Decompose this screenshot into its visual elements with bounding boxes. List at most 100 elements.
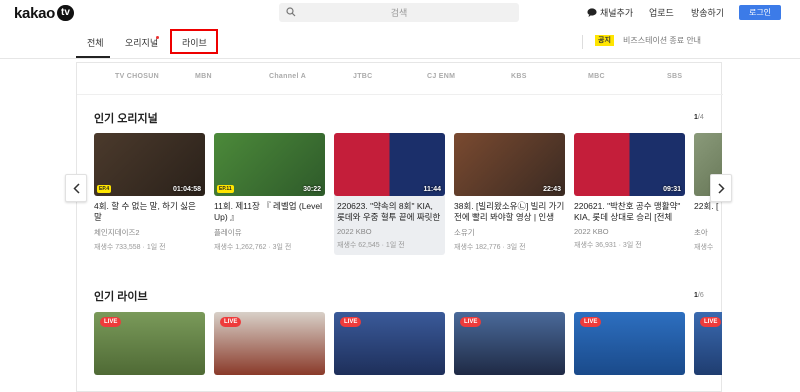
video-channel[interactable]: 소유기: [454, 227, 565, 238]
video-title[interactable]: 22회. [: [694, 201, 722, 223]
channel-logo-mbc[interactable]: MBC: [588, 73, 605, 80]
live-badge: LIVE: [100, 317, 122, 327]
video-thumbnail[interactable]: 22:43: [454, 133, 565, 196]
channel-logo-sbs[interactable]: SBS: [667, 73, 682, 80]
upload-age: 1일 전: [146, 244, 166, 251]
episode-badge: EP.4: [97, 185, 112, 193]
video-card[interactable]: EP.4 01:04:58 4회. 할 수 없는 말, 하기 싫은 말 체인지데…: [94, 133, 205, 252]
broadcast-button[interactable]: 방송하기: [691, 3, 724, 22]
live-badge: LIVE: [220, 317, 242, 327]
view-count: 재생수 182,776: [454, 244, 501, 251]
video-meta: 재생수 1,262,762 · 3일 전: [214, 244, 292, 251]
video-thumbnail[interactable]: EP.11 30:22: [214, 133, 325, 196]
talk-icon: [587, 8, 597, 17]
video-title[interactable]: 220621. "박찬호 공수 맹활약" KIA, 롯데 상대로 승리 [전체H…: [574, 201, 685, 223]
tab-original[interactable]: 오리지널: [125, 27, 158, 58]
video-title[interactable]: 4회. 할 수 없는 말, 하기 싫은 말: [94, 201, 205, 223]
video-meta: 재생수 182,776 · 3일 전: [454, 244, 526, 251]
view-count: 재생수 1,262,762: [214, 244, 267, 251]
channel-strip: TV CHOSUN MBN Channel A JTBC CJ ENM KBS …: [77, 63, 723, 95]
video-title[interactable]: 38회. [빌리왔소유㉡] 빌리 가기 전에 빨리 봐야할 영상 | 인생샷..…: [454, 201, 565, 223]
main-panel: TV CHOSUN MBN Channel A JTBC CJ ENM KBS …: [76, 62, 723, 392]
upload-age: 3일 전: [272, 244, 292, 251]
video-card[interactable]: 09:31 220621. "박찬호 공수 맹활약" KIA, 롯데 상대로 승…: [574, 133, 685, 250]
video-meta: 재생수 36,931 · 3일 전: [574, 242, 642, 249]
video-title[interactable]: 220623. "약속의 8회" KIA, 롯데와 우중 혈투 끝에 짜릿한 역…: [334, 201, 445, 223]
active-tab-underline: [76, 56, 110, 58]
view-count: 재생수 733,558: [94, 244, 141, 251]
view-count: 재생수 36,931: [574, 242, 617, 249]
video-duration: 30:22: [303, 186, 321, 193]
live-card[interactable]: LIVE: [694, 312, 722, 375]
notice-badge: 공지: [595, 35, 614, 46]
logo[interactable]: kakao tv: [14, 3, 74, 23]
live-thumbnail[interactable]: LIVE: [334, 312, 445, 375]
originals-page: 1: [694, 114, 698, 121]
live-thumbnail[interactable]: LIVE: [214, 312, 325, 375]
tab-all[interactable]: 전체: [87, 27, 104, 58]
login-button[interactable]: 로그인: [739, 5, 781, 20]
channel-logo-cjenm[interactable]: CJ ENM: [427, 73, 455, 80]
live-card[interactable]: LIVE: [334, 312, 445, 375]
chevron-left-icon: [72, 182, 80, 194]
episode-badge: EP.11: [217, 185, 234, 193]
live-thumbnail[interactable]: LIVE: [694, 312, 722, 375]
channel-logo-kbs[interactable]: KBS: [511, 73, 527, 80]
video-card[interactable]: 22:43 38회. [빌리왔소유㉡] 빌리 가기 전에 빨리 봐야할 영상 |…: [454, 133, 565, 252]
live-tab-highlight-box: [170, 29, 218, 54]
video-duration: 22:43: [543, 186, 561, 193]
video-meta: 재생수 733,558 · 1일 전: [94, 244, 166, 251]
tab-bar: 전체 오리지널 라이브 공지 비즈스테이션 종료 안내: [0, 27, 800, 59]
upload-age: 3일 전: [622, 242, 642, 249]
video-channel[interactable]: 체인지데이즈2: [94, 227, 205, 238]
originals-pager: 1/4: [694, 114, 704, 121]
popular-originals-title: 인기 오리지널: [94, 113, 158, 125]
video-channel[interactable]: 초아: [694, 227, 722, 238]
video-thumbnail[interactable]: 09:31: [574, 133, 685, 196]
logo-text: kakao: [14, 4, 56, 22]
live-total: 6: [699, 292, 704, 299]
video-thumbnail[interactable]: 11:44: [334, 133, 445, 196]
video-thumbnail[interactable]: EP.4 01:04:58: [94, 133, 205, 196]
video-channel[interactable]: 2022 KBO: [334, 227, 445, 236]
notice-link[interactable]: 비즈스테이션 종료 안내: [623, 35, 701, 46]
video-card[interactable]: EP.11 30:22 11회. 제11장 『 레벨업 (Level Up) 』…: [214, 133, 325, 252]
view-count: 재생수 62,545: [337, 242, 380, 249]
live-badge: LIVE: [340, 317, 362, 327]
carousel-next-button[interactable]: [710, 174, 732, 202]
video-card[interactable]: 11:44 220623. "약속의 8회" KIA, 롯데와 우중 혈투 끝에…: [334, 133, 445, 255]
channel-logo-mbn[interactable]: MBN: [195, 73, 212, 80]
video-duration: 11:44: [423, 186, 441, 193]
upload-button[interactable]: 업로드: [649, 3, 674, 22]
chevron-right-icon: [717, 182, 725, 194]
logo-badge: tv: [57, 5, 74, 21]
top-bar: kakao tv 검색 채널추가 업로드 방송하기 로그인: [0, 0, 800, 26]
live-card[interactable]: LIVE: [574, 312, 685, 375]
video-title[interactable]: 11회. 제11장 『 레벨업 (Level Up) 』: [214, 201, 325, 223]
video-channel[interactable]: 2022 KBO: [574, 227, 685, 236]
channel-logo-tvchosun[interactable]: TV CHOSUN: [115, 73, 159, 80]
divider: [582, 35, 583, 49]
live-thumbnail[interactable]: LIVE: [454, 312, 565, 375]
live-thumbnail[interactable]: LIVE: [94, 312, 205, 375]
originals-total: 4: [699, 114, 704, 121]
view-count: 재생수: [694, 244, 714, 251]
popular-live-title: 인기 라이브: [94, 291, 148, 303]
carousel-prev-button[interactable]: [65, 174, 87, 202]
live-card[interactable]: LIVE: [214, 312, 325, 375]
live-badge: LIVE: [580, 317, 602, 327]
live-page: 1: [694, 292, 698, 299]
live-card[interactable]: LIVE: [454, 312, 565, 375]
live-card[interactable]: LIVE: [94, 312, 205, 375]
new-dot: [156, 36, 159, 39]
live-thumbnail[interactable]: LIVE: [574, 312, 685, 375]
channel-add-button[interactable]: 채널추가: [587, 3, 633, 22]
broadcast-label: 방송하기: [691, 8, 725, 18]
channel-logo-jtbc[interactable]: JTBC: [353, 73, 372, 80]
video-duration: 09:31: [663, 186, 681, 193]
video-channel[interactable]: 플레이유: [214, 227, 325, 238]
channel-logo-channel-a[interactable]: Channel A: [269, 73, 306, 80]
search-input[interactable]: 검색: [279, 3, 519, 22]
search-placeholder: 검색: [390, 8, 408, 18]
video-duration: 01:04:58: [172, 186, 201, 193]
